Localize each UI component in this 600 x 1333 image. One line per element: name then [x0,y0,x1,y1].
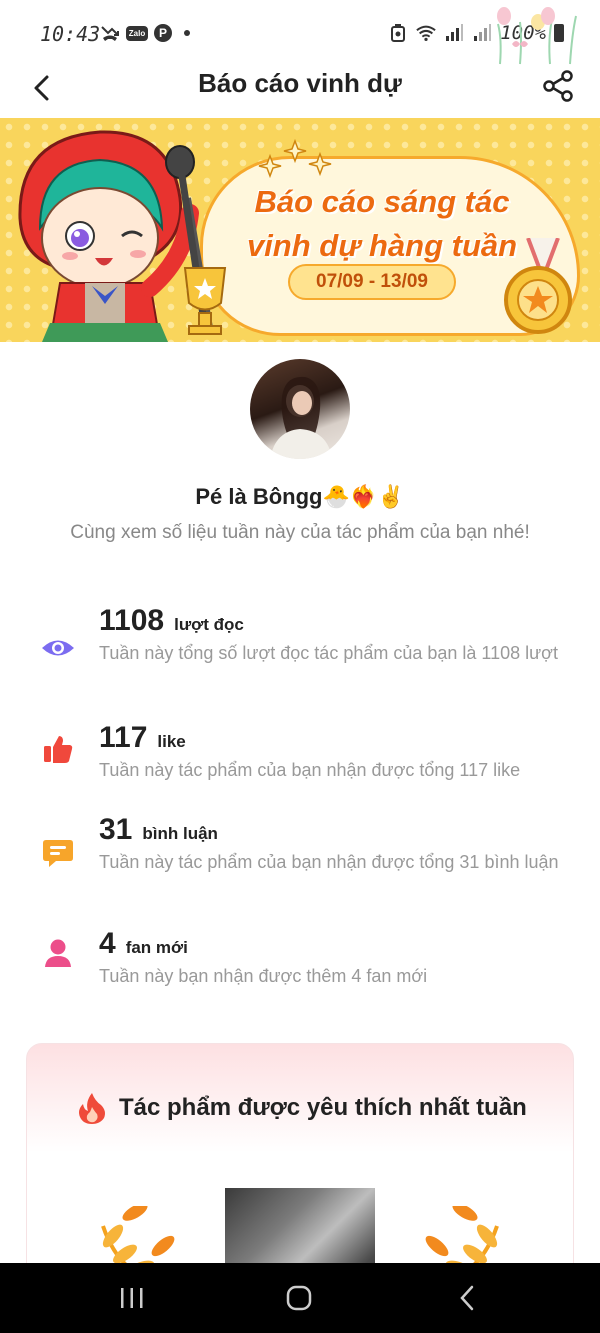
stat-description: Tuần này bạn nhận được thêm 4 fan mới [99,966,428,986]
thumbs-up-icon [40,731,76,767]
stat-unit: lượt đọc [174,615,244,634]
recent-apps-button[interactable] [112,1283,152,1313]
stat-value-line: 1108 lượt đọc [99,604,244,638]
pinterest-icon: P [154,24,172,42]
stat-unit: fan mới [125,938,188,957]
stat-number: 4 [99,927,116,960]
banner-title-line2: vinh dự hàng tuần [246,228,518,263]
stat-value-line: 4 fan mới [99,927,188,961]
favorite-title: Tác phẩm được yêu thích nhất tuần [119,1094,527,1121]
recycle-icon [388,24,408,42]
comment-icon [40,835,76,871]
share-button[interactable] [538,66,578,106]
wifi-icon [416,24,436,42]
stat-number: 117 [99,721,148,754]
stat-description: Tuần này tác phẩm của bạn nhận được tổng… [99,852,559,872]
tulip-decoration-icon [497,7,577,65]
user-name: Pé là Bôngg🐣❤️‍🔥✌️ [0,484,600,510]
stat-description: Tuần này tổng số lượt đọc tác phẩm của b… [99,643,558,663]
sparkle-icon [258,138,332,179]
fire-icon [79,1093,105,1124]
medal-icon [504,238,572,334]
back-arrow-icon [460,1285,474,1311]
favorite-header: Tác phẩm được yêu thích nhất tuần [77,1092,527,1124]
avatar[interactable] [250,359,350,459]
mascot-girl-illustration [18,130,227,342]
notification-icons: Zalo P [100,24,190,42]
zalo-icon: Zalo [126,25,148,41]
weekly-report-banner: Báo cáo sáng tác vinh dự hàng tuần 07/09… [0,118,600,342]
stat-number: 1108 [99,604,165,637]
stat-value-line: 117 like [99,721,186,755]
stat-value-line: 31 bình luận [99,813,218,847]
date-range-pill: 07/09 - 13/09 [288,264,456,300]
home-button[interactable] [279,1283,319,1313]
signal-icon [444,24,464,42]
status-bar: 10:43 Zalo P 100% [0,0,600,65]
system-back-button[interactable] [447,1283,487,1313]
page-title: Báo cáo vinh dự [198,68,402,98]
banner-title: Báo cáo sáng tác vinh dự hàng tuần [232,180,532,268]
avatar-photo [270,376,332,459]
nav-bar: Báo cáo vinh dự [0,62,600,118]
user-name-text: Pé là Bôngg [195,484,323,509]
stat-unit: bình luận [142,824,218,843]
stat-unit: like [157,732,186,751]
android-navigation-bar [0,1263,600,1333]
stat-description: Tuần này tác phẩm của bạn nhận được tổng… [99,760,521,780]
status-time: 10:43 [40,22,101,46]
stat-number: 31 [99,813,133,846]
report-subtitle: Cùng xem số liệu tuần này của tác phẩm c… [70,522,530,543]
recent-apps-icon [121,1288,143,1308]
missed-call-icon [100,24,120,42]
share-icon [543,70,573,102]
more-notifications-dot [184,30,190,36]
user-icon [40,935,76,971]
user-name-emojis: 🐣❤️‍🔥✌️ [322,484,405,509]
home-icon [286,1285,312,1311]
eye-icon [40,630,76,666]
banner-title-line1: Báo cáo sáng tác [254,184,510,219]
